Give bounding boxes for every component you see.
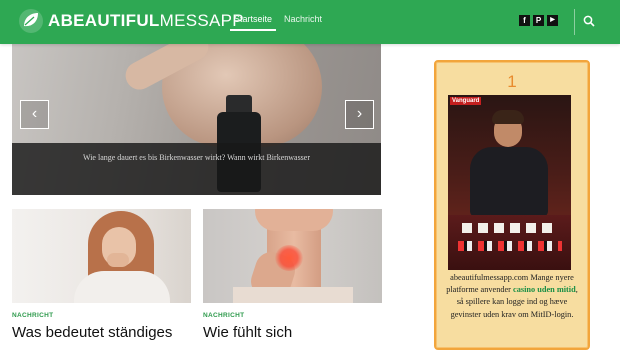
nav-item-startseite[interactable]: Startseite: [228, 0, 278, 44]
logo-text-bold: ABEAUTIFUL: [48, 11, 160, 30]
ad-text: abeautifulmessapp.com Mange nyere platfo…: [444, 272, 580, 321]
article-category[interactable]: NACHRICHT: [12, 312, 191, 319]
chevron-right-icon: ›: [356, 105, 363, 122]
youtube-icon[interactable]: ▶: [547, 15, 558, 26]
site-header: ABEAUTIFUL MESSAPP Startseite Nachricht f…: [0, 0, 620, 44]
article-card[interactable]: NACHRICHT Wie fühlt sich: [203, 209, 382, 341]
logo-text: ABEAUTIFUL MESSAPP: [48, 11, 244, 31]
slider-prev-button[interactable]: ‹: [20, 100, 49, 129]
slide-caption[interactable]: Wie lange dauert es bis Birkenwasser wir…: [12, 153, 381, 162]
nav-item-nachricht[interactable]: Nachricht: [278, 0, 328, 44]
article-thumbnail[interactable]: [203, 209, 382, 303]
slider-next-button[interactable]: ›: [345, 100, 374, 129]
leaf-logo-icon: [19, 9, 43, 33]
main-nav: Startseite Nachricht: [228, 0, 328, 44]
article-category[interactable]: NACHRICHT: [203, 312, 382, 319]
header-divider: [574, 9, 575, 35]
caption-overlay: [12, 143, 381, 195]
pinterest-icon[interactable]: P: [533, 15, 544, 26]
article-title[interactable]: Wie fühlt sich: [203, 324, 382, 341]
ad-number: 1: [507, 72, 517, 91]
facebook-icon[interactable]: f: [519, 15, 530, 26]
social-links: f P ▶: [519, 15, 558, 26]
article-title[interactable]: Was bedeutet ständiges: [12, 324, 191, 341]
chevron-left-icon: ‹: [31, 105, 38, 122]
ad-link-casino[interactable]: casino uden mitid: [513, 285, 576, 294]
article-thumbnail[interactable]: [12, 209, 191, 303]
search-icon[interactable]: [583, 15, 595, 27]
vanguard-badge: Vanguard: [450, 97, 482, 105]
ad-image[interactable]: Vanguard: [448, 95, 571, 270]
article-card[interactable]: NACHRICHT Was bedeutet ständiges: [12, 209, 191, 341]
featured-slider[interactable]: Wie lange dauert es bis Birkenwasser wir…: [12, 37, 381, 195]
site-logo[interactable]: ABEAUTIFUL MESSAPP: [18, 8, 244, 34]
sidebar-ad-box: 1 Vanguard abeautifulmessapp.com Mange n…: [434, 60, 590, 350]
